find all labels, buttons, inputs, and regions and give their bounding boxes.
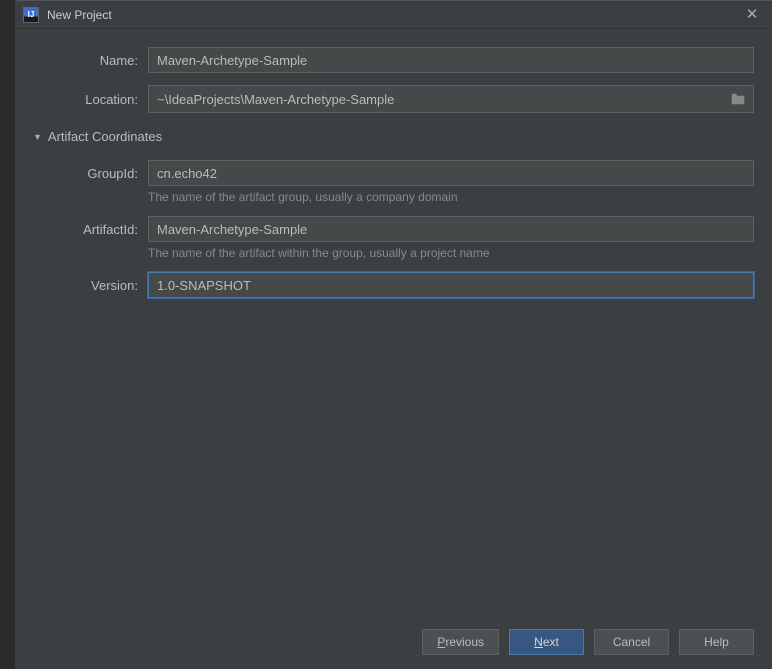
- app-icon: IJ: [23, 7, 39, 23]
- caret-down-icon: ▼: [33, 132, 42, 142]
- folder-icon[interactable]: [723, 93, 753, 105]
- name-input[interactable]: [148, 47, 754, 73]
- name-row: Name:: [33, 47, 754, 73]
- artifact-id-label: ArtifactId:: [33, 222, 138, 237]
- help-button[interactable]: Help: [679, 629, 754, 655]
- version-row: Version:: [33, 272, 754, 298]
- cancel-button[interactable]: Cancel: [594, 629, 669, 655]
- version-input[interactable]: [148, 272, 754, 298]
- group-id-label: GroupId:: [33, 166, 138, 181]
- group-id-hint: The name of the artifact group, usually …: [148, 190, 754, 204]
- artifact-coordinates-toggle[interactable]: ▼ Artifact Coordinates: [33, 129, 754, 144]
- dialog-title: New Project: [47, 8, 740, 22]
- artifact-id-input[interactable]: [148, 216, 754, 242]
- title-bar: IJ New Project ✕: [15, 1, 772, 29]
- artifact-section-body: GroupId: The name of the artifact group,…: [33, 160, 754, 298]
- artifact-section-label: Artifact Coordinates: [48, 129, 162, 144]
- location-input[interactable]: [149, 86, 723, 112]
- name-label: Name:: [33, 53, 138, 68]
- close-button[interactable]: ✕: [740, 5, 764, 25]
- artifact-id-hint: The name of the artifact within the grou…: [148, 246, 754, 260]
- new-project-dialog: IJ New Project ✕ Name: Location:: [15, 0, 772, 669]
- artifact-id-row: ArtifactId:: [33, 216, 754, 242]
- version-label: Version:: [33, 278, 138, 293]
- location-label: Location:: [33, 92, 138, 107]
- location-row: Location:: [33, 85, 754, 113]
- dialog-content: Name: Location: ▼ Artifact Coor: [15, 29, 772, 617]
- previous-button[interactable]: Previous: [422, 629, 499, 655]
- button-bar: Previous Next Cancel Help: [15, 617, 772, 669]
- background-editor-strip: [0, 0, 15, 669]
- group-id-row: GroupId:: [33, 160, 754, 186]
- group-id-input[interactable]: [148, 160, 754, 186]
- close-icon: ✕: [746, 7, 759, 22]
- next-button[interactable]: Next: [509, 629, 584, 655]
